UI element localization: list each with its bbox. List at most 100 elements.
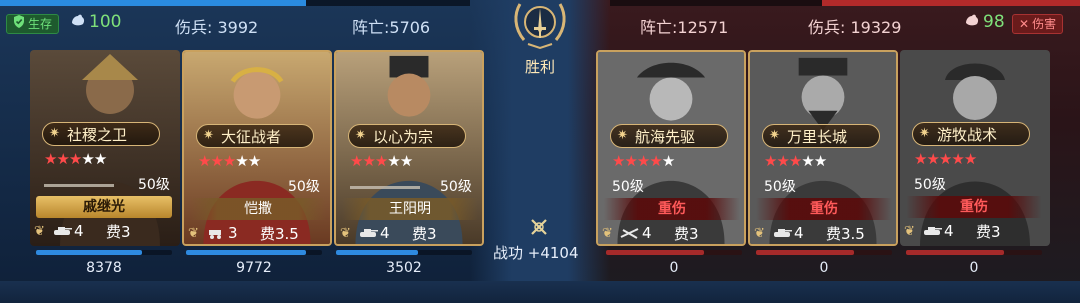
right-team-hp-bar (610, 0, 1080, 6)
unit-row: ❦ 4 费3 (34, 220, 174, 242)
hero-name: 戚继光 (36, 196, 172, 218)
left-troop-value: 100 (89, 12, 122, 32)
star-icon: ★ (926, 150, 939, 168)
star-icon: ★ (362, 152, 375, 170)
star-icon: ★ (210, 152, 223, 170)
hero-name: 王阳明 (342, 198, 478, 220)
left-hero-card-3[interactable]: ✷ 以心为宗 ★★★★★ 50级 王阳明 ❦ 4 费3 (334, 50, 484, 246)
hp-fill (186, 250, 306, 255)
skill-badge: ✷ 大征战者 (196, 124, 314, 148)
tank-icon (924, 227, 942, 235)
right-hero-1-hp-bar (606, 250, 742, 255)
laurel-icon: ❦ (188, 225, 199, 241)
skill-name: 万里长城 (787, 127, 848, 146)
chariot-icon (209, 230, 221, 239)
gear-icon: ✷ (919, 126, 930, 141)
star-icon: ★ (93, 150, 107, 168)
crossed-swords-icon (528, 216, 550, 238)
level-underline (350, 186, 420, 189)
star-icon: ★ (661, 152, 675, 170)
star-rating: ★★★★★ (764, 152, 827, 170)
right-hero-2-hp: 0 (819, 260, 829, 276)
right-hero-3-hp-bar (906, 250, 1042, 255)
unit-row: ❦ 4 费3 (904, 220, 1044, 242)
skill-badge: ✷ 游牧战术 (912, 122, 1030, 146)
left-status-text: 生存 (28, 17, 53, 31)
unit-row: ❦ 4 费3.5 (754, 222, 894, 244)
right-wounded-stat: 伤兵: 19329 (808, 18, 902, 37)
hero-name: 恺撒 (190, 198, 326, 220)
gear-icon: ✷ (769, 128, 780, 143)
star-rating: ★★★★★ (612, 152, 675, 170)
right-hero-card-2[interactable]: ✷ 万里长城 ★★★★★ 50级 重伤 ❦ 4 费3.5 (748, 50, 898, 246)
tank-icon (360, 229, 378, 237)
muscle-arm-icon (964, 12, 980, 32)
laurel-icon: ❦ (904, 223, 915, 239)
cross-icon: ✕ (1019, 17, 1030, 31)
hero-level: 50级 (764, 179, 796, 195)
skill-badge: ✷ 以心为宗 (348, 124, 466, 148)
right-hero-card-3[interactable]: ✷ 游牧战术 ★★★★★ 50级 重伤 ❦ 4 费3 (900, 50, 1050, 246)
gear-icon: ✷ (355, 128, 366, 143)
star-icon: ★ (788, 152, 802, 170)
star-icon: ★ (951, 150, 964, 168)
star-icon: ★ (350, 152, 363, 170)
hp-fill (906, 250, 1004, 255)
laurel-icon: ❦ (602, 225, 613, 241)
hero-cost: 费3 (976, 222, 1001, 241)
star-icon: ★ (612, 152, 625, 170)
laurel-icon: ❦ (340, 225, 351, 241)
star-icon: ★ (636, 152, 650, 170)
hero-cost: 费3 (674, 224, 699, 243)
tank-icon (774, 229, 792, 237)
skill-badge: ✷ 万里长城 (762, 124, 880, 148)
hp-fill (36, 250, 143, 255)
hp-fill (756, 250, 854, 255)
battle-result: 胜利 (524, 58, 555, 76)
left-team-hp-fill (0, 0, 306, 6)
skill-badge: ✷ 社稷之卫 (42, 122, 160, 146)
left-hero-1-hp-bar (36, 250, 172, 255)
skill-badge: ✷ 航海先驱 (610, 124, 728, 148)
right-dead-stat: 阵亡:12571 (640, 18, 729, 37)
skill-name: 以心为宗 (373, 127, 434, 146)
right-hero-2-hp-bar (756, 250, 892, 255)
left-troop-count: 100 (70, 12, 121, 32)
star-icon: ★ (68, 150, 82, 168)
star-rating: ★★★★★ (350, 152, 413, 170)
laurel-icon: ❦ (754, 225, 765, 241)
skill-name: 游牧战术 (937, 125, 998, 144)
hero-status: 重伤 (604, 198, 740, 220)
hero-cost: 费3.5 (826, 224, 865, 243)
star-icon: ★ (963, 150, 977, 168)
right-hero-card-1[interactable]: ✷ 航海先驱 ★★★★★ 50级 重伤 ❦ 4 费3 (596, 50, 746, 246)
unit-count: 4 (794, 224, 804, 242)
unit-count: 4 (74, 222, 84, 240)
star-icon: ★ (938, 150, 952, 168)
right-status-badge: ✕ 伤害 (1012, 14, 1064, 34)
laurel-icon: ❦ (34, 223, 45, 239)
star-icon: ★ (81, 150, 94, 168)
hero-cost: 费3 (106, 222, 131, 241)
hero-level: 50级 (288, 179, 320, 195)
star-icon: ★ (914, 150, 927, 168)
left-hero-2-hp: 9772 (236, 260, 272, 276)
bottom-strip (0, 281, 1080, 303)
right-team-hp-fill (821, 0, 1080, 6)
left-hero-card-1[interactable]: ✷ 社稷之卫 ★★★★★ 50级 戚继光 ❦ 4 费3 (30, 50, 180, 246)
star-icon: ★ (764, 152, 777, 170)
star-icon: ★ (776, 152, 789, 170)
hero-level: 50级 (914, 177, 946, 193)
hp-fill (336, 250, 418, 255)
left-hero-card-2[interactable]: ✷ 大征战者 ★★★★★ 50级 恺撒 ❦ 3 费3.5 (182, 50, 332, 246)
star-icon: ★ (56, 150, 69, 168)
gear-icon: ✷ (49, 126, 60, 141)
star-icon: ★ (813, 152, 827, 170)
star-icon: ★ (222, 152, 236, 170)
star-icon: ★ (374, 152, 388, 170)
hero-level: 50级 (612, 179, 644, 195)
star-icon: ★ (44, 150, 57, 168)
unit-row: ❦ 4 费3 (340, 222, 480, 244)
left-hero-3-hp: 3502 (386, 260, 422, 276)
skill-name: 航海先驱 (635, 127, 696, 146)
